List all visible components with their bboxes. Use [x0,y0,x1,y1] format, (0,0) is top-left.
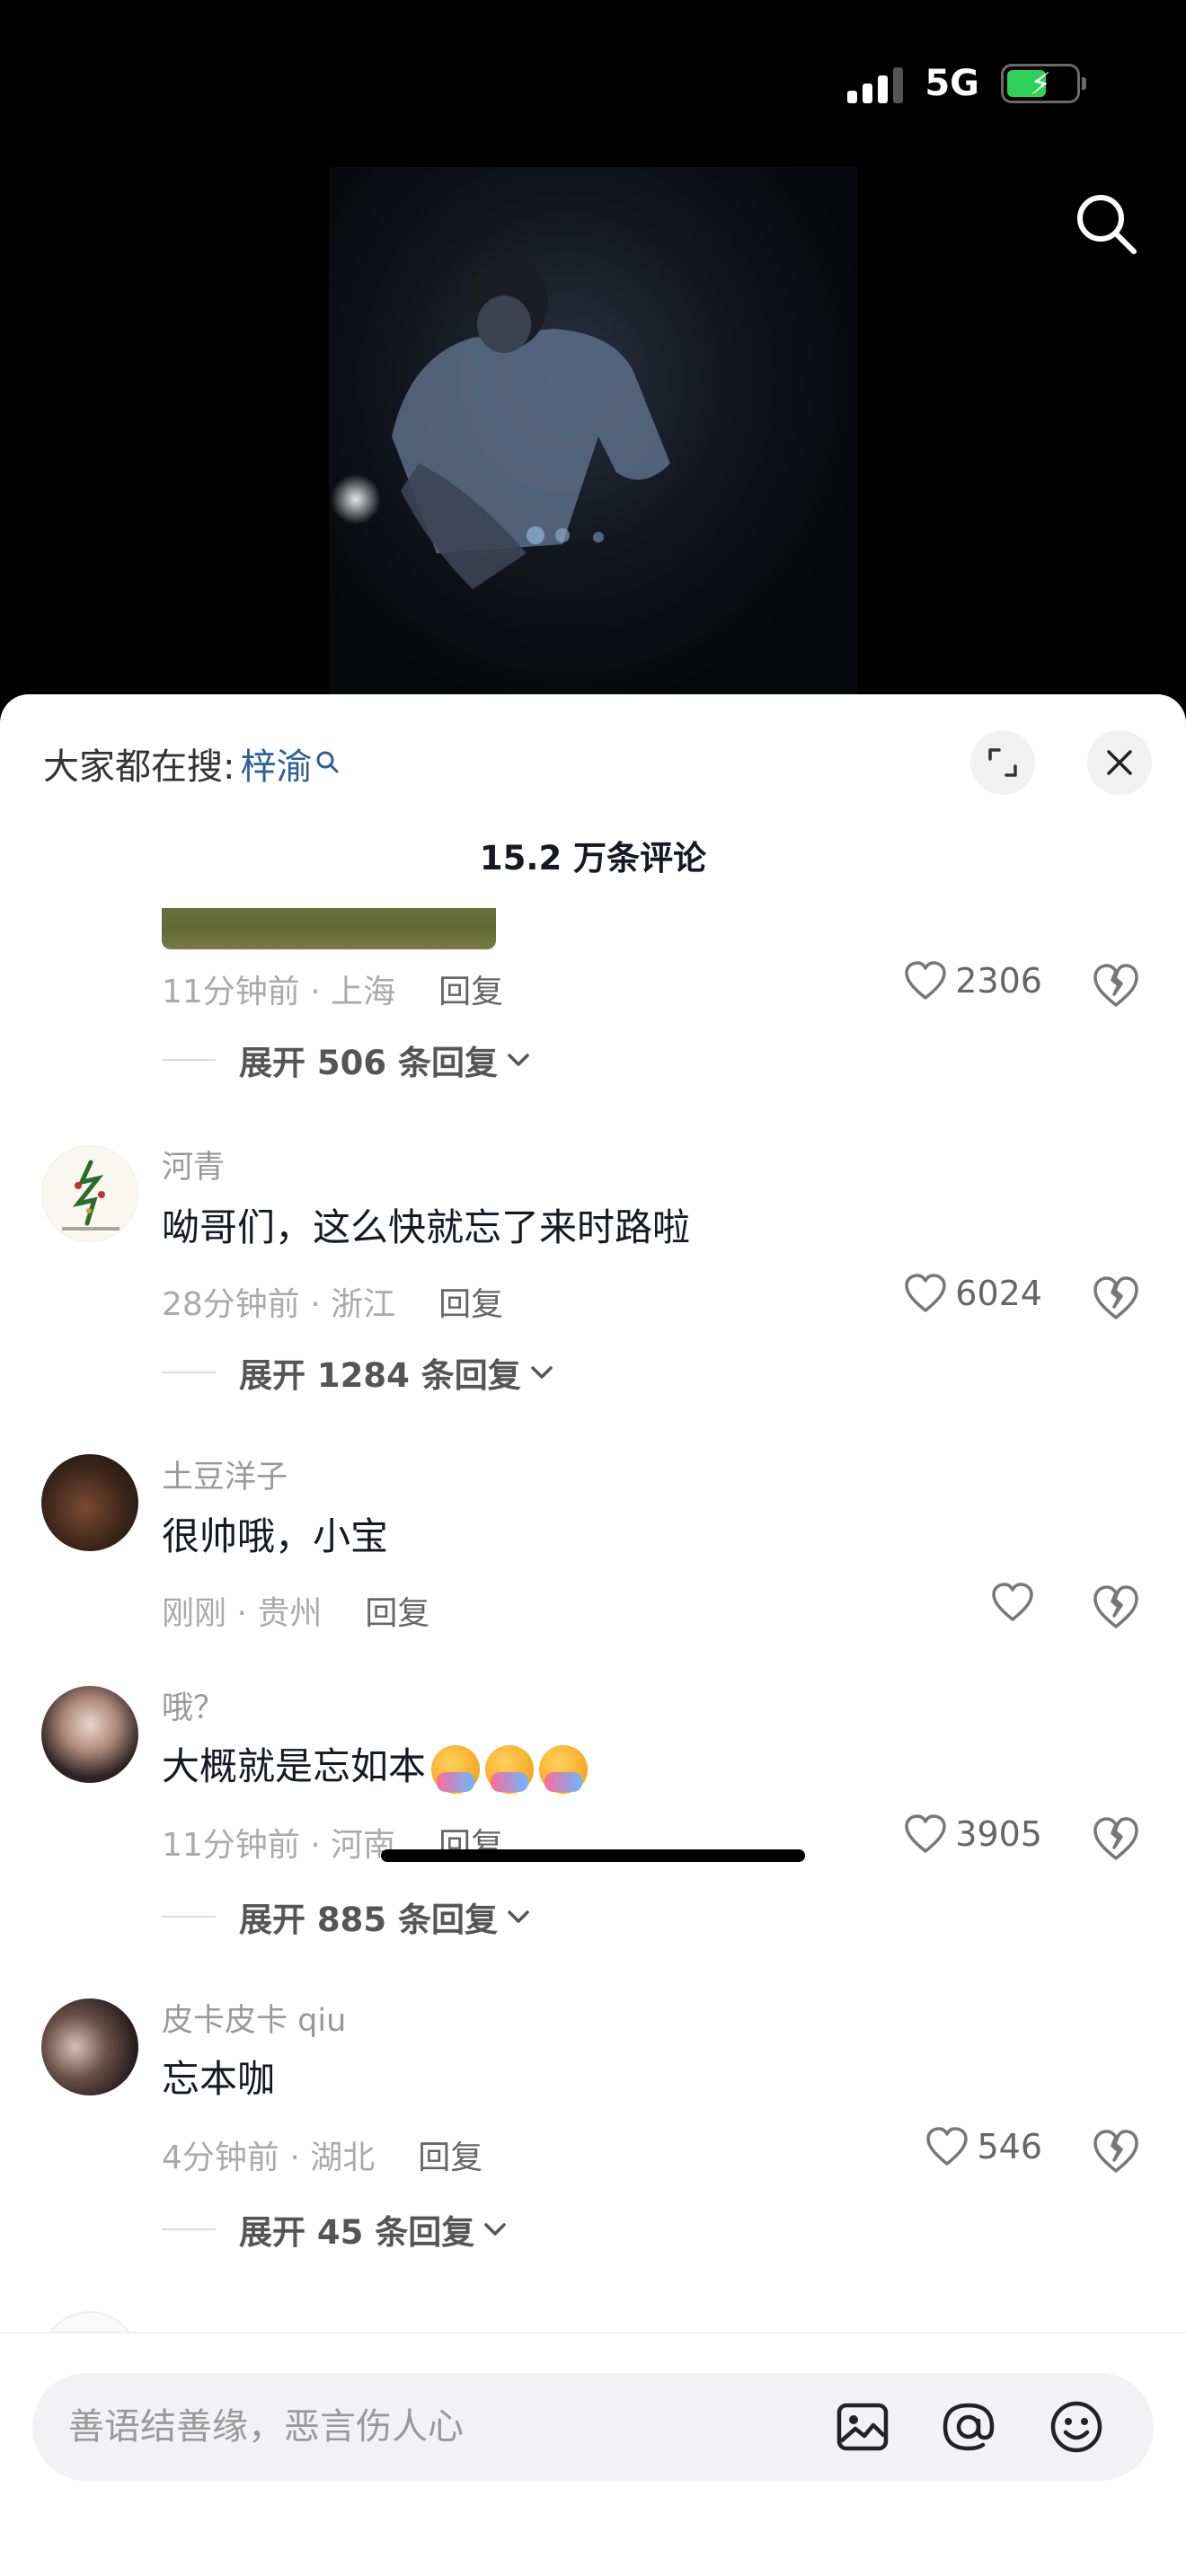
comment-input[interactable] [68,2373,841,2481]
image-icon[interactable] [834,2398,891,2456]
comment-text: 很帅哦，小宝 [162,1514,389,1558]
comment-image[interactable] [162,908,496,949]
comment-username[interactable]: 皮卡皮卡 qiu [162,1995,346,2041]
expand-button[interactable] [970,730,1035,795]
dislike-icon[interactable] [1091,2126,1141,2176]
signal-icon [847,64,904,103]
expand-icon [988,748,1017,777]
emoji-icon[interactable] [1048,2398,1105,2456]
dislike-icon[interactable] [1091,1582,1141,1632]
comment-time-location: 4分钟前 · 湖北 [162,2139,376,2176]
close-button[interactable] [1087,730,1152,795]
expand-replies[interactable]: 展开 45 条回复 [162,2205,507,2254]
home-indicator[interactable] [381,1849,805,1862]
expand-replies-label: 展开 1284 条回复 [239,1356,521,1395]
like-button[interactable]: 546 [925,2126,1042,2167]
expand-replies-label: 展开 506 条回复 [239,1044,498,1082]
comment-meta: 11分钟前 · 上海 回复 [162,966,503,1012]
avatar[interactable] [41,1998,138,2095]
avatar[interactable] [41,1686,138,1783]
avatar[interactable] [41,1145,138,1242]
status-bar: 5G ⚡ [847,63,1086,104]
like-count: 6024 [955,1274,1042,1313]
search-icon[interactable] [1073,190,1139,257]
reply-button[interactable]: 回复 [438,1286,503,1323]
video-thumbnail[interactable] [329,167,857,695]
like-button[interactable]: 2306 [903,960,1042,1001]
dislike-icon[interactable] [1091,1813,1141,1864]
comment-time-location: 11分钟前 · 河南 [162,1827,396,1864]
hugging-emoji-icon [539,1744,589,1794]
battery-icon: ⚡ [1001,64,1086,103]
like-button[interactable]: 6024 [903,1273,1042,1314]
like-count: 546 [977,2127,1042,2166]
comment-username[interactable]: 土豆洋子 [162,1451,288,1497]
comment-input-bar [0,2332,1186,2576]
like-button[interactable] [990,1582,1042,1623]
chevron-down-icon [531,1366,553,1379]
heart-icon [905,1274,947,1312]
reply-button[interactable]: 回复 [438,974,503,1010]
chevron-down-icon [508,1910,529,1923]
reply-button[interactable]: 回复 [418,2139,482,2176]
heart-icon [905,1814,947,1853]
heart-icon [905,961,947,1000]
comment-meta: 4分钟前 · 湖北 回复 [162,2131,482,2178]
expand-replies-label: 展开 885 条回复 [239,1901,498,1939]
comment-username[interactable]: 哦？ [162,1682,225,1728]
at-icon[interactable] [940,2398,997,2456]
comment-time-location: 刚刚 · 贵州 [162,1595,323,1632]
chevron-down-icon [508,1054,529,1066]
comment-sheet: 大家都在搜: 梓渝 15.2 万条评论 11分钟前 · 上海 回复 2306 展开… [0,694,1186,2576]
comment-input-pill [32,2373,1154,2481]
network-type: 5G [925,63,979,104]
comment-username[interactable]: 河青 [162,1142,225,1187]
hugging-emoji-icon [485,1744,535,1794]
like-count: 2306 [955,961,1042,1001]
comment-meta: 刚刚 · 贵州 回复 [162,1587,429,1634]
hugging-emoji-icon [431,1744,481,1794]
comment-count-title: 15.2 万条评论 [479,839,707,878]
hot-search-keyword[interactable]: 梓渝 [240,737,312,790]
expand-replies-label: 展开 45 条回复 [239,2213,475,2252]
comment-text: 忘本咖 [162,2057,276,2101]
close-icon [1107,750,1132,775]
expand-replies[interactable]: 展开 1284 条回复 [162,1348,553,1397]
chevron-down-icon [484,2223,507,2236]
comment-time-location: 28分钟前 · 浙江 [162,1286,396,1323]
avatar[interactable] [41,1454,138,1551]
comment-time-location: 11分钟前 · 上海 [162,974,396,1010]
dislike-icon[interactable] [1091,960,1141,1010]
expand-replies[interactable]: 展开 885 条回复 [162,1892,530,1941]
hot-search-row[interactable]: 大家都在搜: 梓渝 [43,737,339,790]
like-button[interactable]: 3905 [903,1813,1042,1855]
expand-replies[interactable]: 展开 506 条回复 [162,1036,530,1084]
heart-icon [926,2127,969,2166]
reply-button[interactable]: 回复 [365,1595,429,1632]
dislike-icon[interactable] [1091,1273,1141,1323]
comment-text: 大概就是忘如本 [162,1736,589,1794]
heart-icon [992,1583,1033,1621]
comment-text-body: 大概就是忘如本 [162,1744,427,1788]
hot-search-label: 大家都在搜: [43,746,235,788]
like-count: 3905 [955,1814,1042,1854]
search-icon [316,751,339,773]
comment-text: 呦哥们，这么快就忘了来时路啦 [162,1205,691,1249]
comment-meta: 28分钟前 · 浙江 回复 [162,1278,503,1325]
